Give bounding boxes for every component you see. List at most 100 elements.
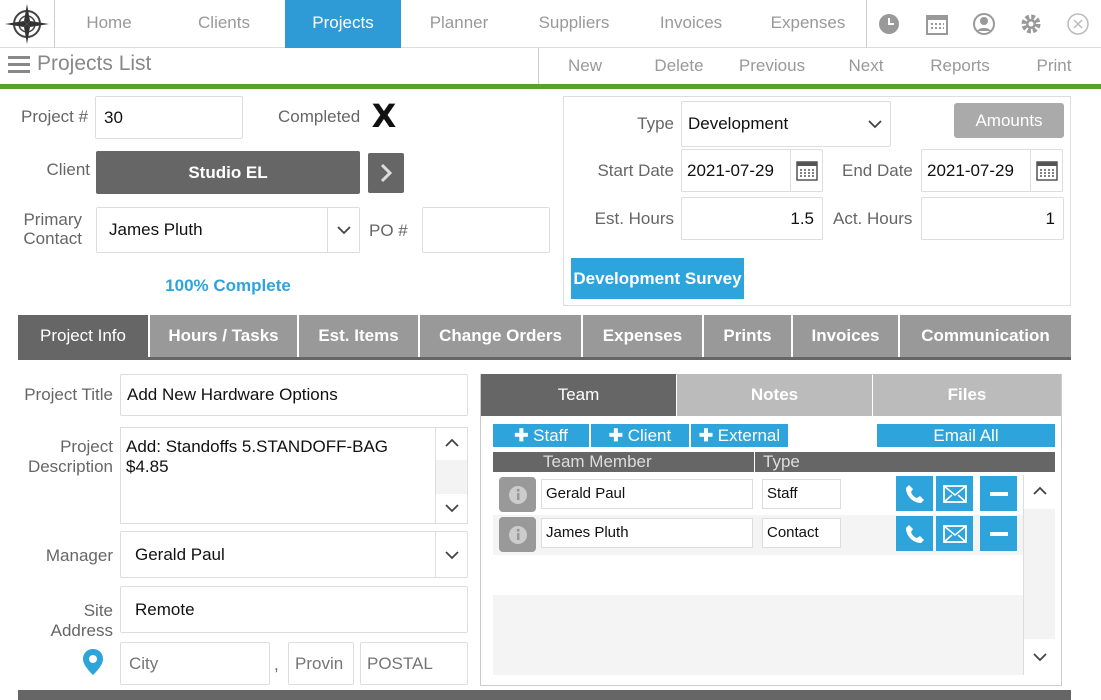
tab-communication[interactable]: Communication [900,315,1071,357]
member-type-input[interactable]: Contact [762,518,841,548]
site-address-input[interactable]: Remote [120,586,468,633]
subtab-team[interactable]: Team [481,374,676,416]
chevron-up-icon[interactable] [445,438,459,448]
project-description-textarea[interactable]: Add: Standoffs 5.STANDOFF-BAG $4.85 [120,427,468,524]
nav-tab-expenses[interactable]: Expenses [751,0,865,48]
start-date-input[interactable]: 2021-07-29 [681,149,823,192]
primary-contact-select[interactable]: James Pluth [96,207,360,253]
chevron-down-icon[interactable] [445,503,459,513]
remove-member-button[interactable] [980,476,1017,511]
calendar-icon[interactable] [1030,150,1062,191]
member-info-button[interactable] [499,477,536,512]
city-input[interactable] [120,642,270,685]
project-number-input[interactable]: 30 [95,96,243,139]
province-input[interactable] [288,642,354,685]
tab-est-items[interactable]: Est. Items [299,315,420,357]
client-label: Client [46,160,90,179]
add-external-button[interactable]: ✚ External [691,424,788,447]
tab-change-orders[interactable]: Change Orders [420,315,583,357]
client-open-button[interactable] [368,153,404,193]
calendar-icon[interactable] [925,12,949,36]
chevron-right-icon [380,163,393,183]
project-title-input[interactable]: Add New Hardware Options [120,374,468,416]
new-button[interactable]: New [545,48,625,84]
menu-icon[interactable] [8,56,30,74]
subtab-files[interactable]: Files [873,374,1061,416]
postal-code-input[interactable] [360,642,468,685]
team-member-column-header: Team Member [543,452,652,471]
tab-underline [18,357,1071,360]
subtab-notes[interactable]: Notes [677,374,872,416]
print-button[interactable]: Print [1022,48,1086,84]
close-icon[interactable] [1066,12,1090,36]
add-staff-label: Staff [533,426,568,445]
email-all-button[interactable]: Email All [877,424,1055,447]
minus-icon [989,491,1008,496]
description-scrollbar[interactable] [435,428,467,523]
clock-icon[interactable] [877,12,901,36]
table-row-empty [493,555,1023,595]
table-row-empty [493,595,1023,675]
end-date-input[interactable]: 2021-07-29 [921,149,1063,192]
team-member-input[interactable]: James Pluth [541,518,753,548]
completed-checkbox[interactable]: X [369,100,399,132]
nav-tab-clients[interactable]: Clients [163,0,285,48]
act-hours-input[interactable]: 1 [921,197,1064,240]
add-client-button[interactable]: ✚ Client [591,424,689,447]
member-info-button[interactable] [499,517,536,552]
po-input[interactable] [422,207,550,253]
delete-button[interactable]: Delete [637,48,721,84]
project-number-label: Project # [21,107,89,126]
nav-tab-home[interactable]: Home [55,0,163,48]
next-button[interactable]: Next [830,48,902,84]
client-button[interactable]: Studio EL [96,151,360,194]
reports-button[interactable]: Reports [918,48,1002,84]
email-button[interactable] [936,476,973,511]
gear-icon[interactable] [1019,12,1043,36]
call-button[interactable] [896,476,933,511]
tab-prints[interactable]: Prints [704,315,793,357]
envelope-icon [942,484,967,503]
act-hours-label: Act. Hours [833,209,913,228]
email-button[interactable] [936,516,973,551]
project-description-line1: Add: Standoffs 5.STANDOFF-BAG [126,437,389,456]
member-type-input[interactable]: Staff [762,479,841,509]
team-list-scrollbar[interactable] [1023,475,1055,675]
compass-logo-icon [5,4,49,44]
tab-invoices[interactable]: Invoices [793,315,900,357]
column-divider [754,452,755,472]
development-survey-button[interactable]: Development Survey [571,258,744,299]
call-button[interactable] [896,516,933,551]
amounts-button[interactable]: Amounts [954,103,1064,138]
est-hours-input[interactable]: 1.5 [681,197,823,240]
tab-hours-tasks[interactable]: Hours / Tasks [150,315,299,357]
nav-tab-planner[interactable]: Planner [401,0,517,48]
nav-tab-projects[interactable]: Projects [285,0,401,48]
toolbar-divider [538,48,539,84]
user-icon[interactable] [972,12,996,36]
end-date-value: 2021-07-29 [927,160,1014,180]
chevron-up-icon[interactable] [1033,486,1047,496]
project-description-label: Project Description [18,437,113,477]
type-value: Development [688,114,789,133]
type-select[interactable]: Development [681,101,891,147]
scrollbar-track [436,460,467,494]
manager-select[interactable]: Gerald Paul [120,531,468,578]
add-staff-button[interactable]: ✚ Staff [493,424,589,447]
nav-tab-invoices[interactable]: Invoices [631,0,751,48]
calendar-icon[interactable] [790,150,822,191]
chevron-down-icon[interactable] [1033,652,1047,662]
chevron-down-icon [435,532,467,577]
type-label: Type [637,114,674,133]
remove-member-button[interactable] [980,516,1017,551]
tab-expenses[interactable]: Expenses [583,315,704,357]
previous-button[interactable]: Previous [730,48,814,84]
bottom-bar [18,690,1071,700]
site-address-label: Site Address [18,601,113,641]
map-pin-icon[interactable] [82,648,104,676]
po-label: PO # [369,221,408,240]
app-logo[interactable] [0,0,55,48]
nav-tab-suppliers[interactable]: Suppliers [517,0,631,48]
tab-project-info[interactable]: Project Info [18,315,150,357]
team-member-input[interactable]: Gerald Paul [541,479,753,509]
